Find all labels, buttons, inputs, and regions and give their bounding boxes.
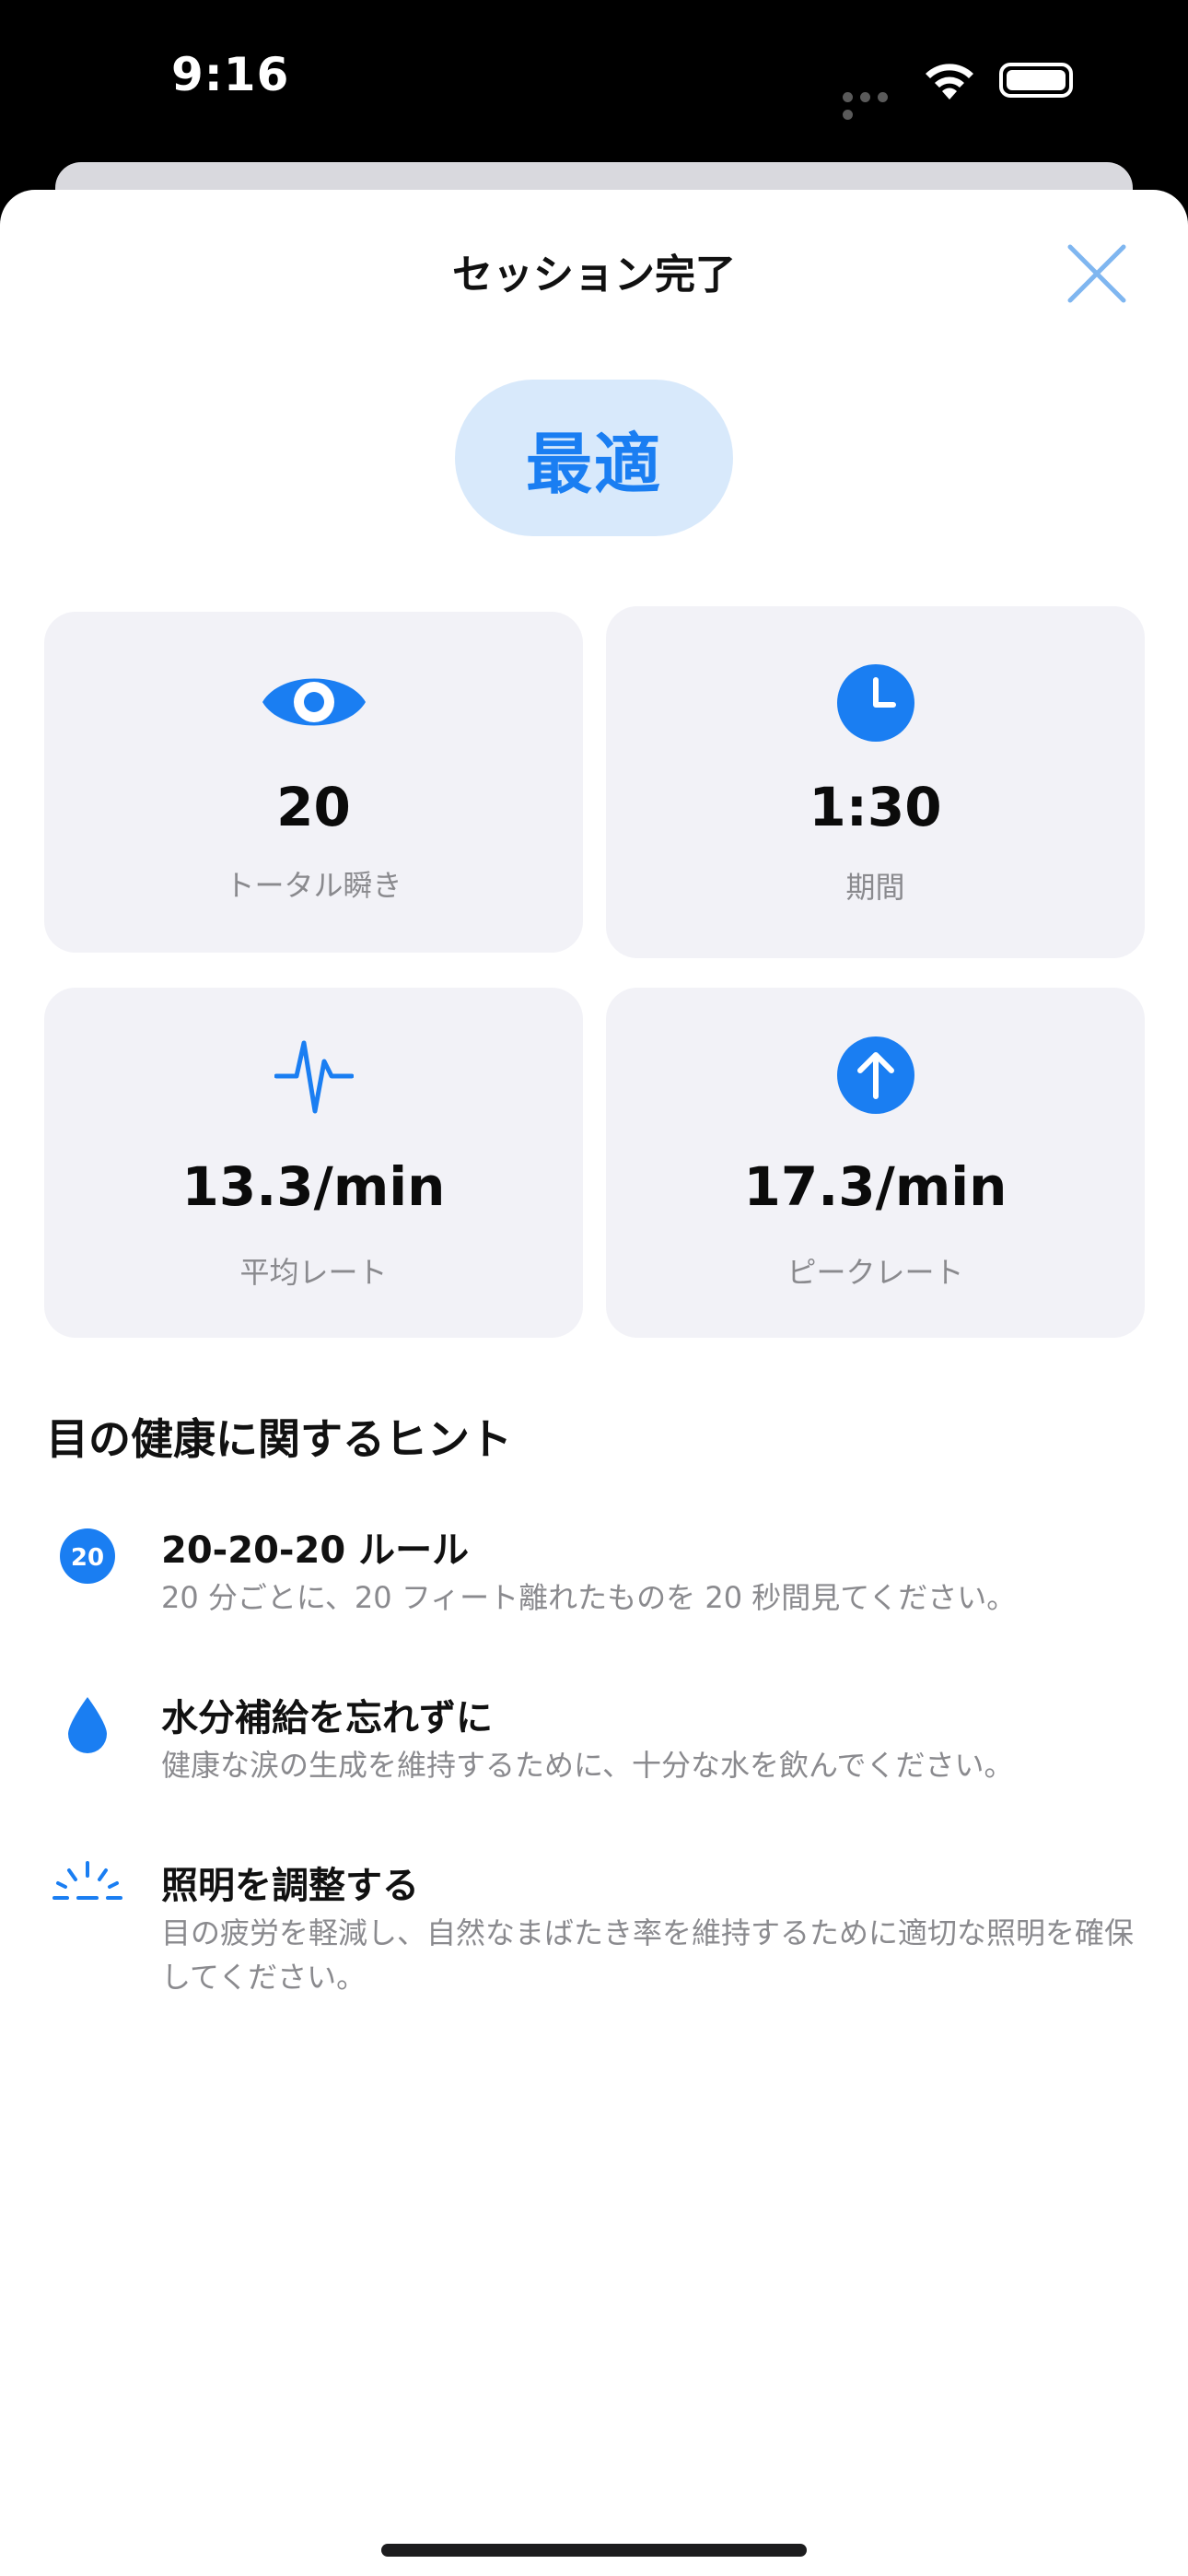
- tip-title: 20-20-20 ルール: [161, 1529, 470, 1572]
- clock-icon: [836, 664, 914, 742]
- drop-icon: [68, 1697, 107, 1753]
- stat-label: トータル瞬き: [225, 868, 402, 903]
- tip-description: 20 分ごとに、20 フィート離れたものを 20 秒間見てください。: [161, 1580, 1017, 1615]
- tip-item: 水分補給を忘れずに 健康な涙の生成を維持するために、十分な水を飲んでください。: [46, 1688, 1151, 1808]
- home-indicator[interactable]: [381, 2544, 807, 2557]
- tip-item: 照明を調整する 目の疲労を軽減し、自然なまばたき率を維持するために適切な照明を確…: [46, 1856, 1151, 2021]
- stat-card-total-blinks: 20 トータル瞬き: [44, 612, 583, 953]
- tip-title: 照明を調整する: [161, 1865, 419, 1907]
- sheet-title: セッション完了: [452, 252, 736, 299]
- tip-title: 水分補給を忘れずに: [161, 1697, 493, 1739]
- status-badge-label: 最適: [525, 425, 662, 503]
- stat-label: ピークレート: [786, 1255, 964, 1290]
- stat-value: 20: [276, 776, 351, 838]
- tip-description: 健康な涙の生成を維持するために、十分な水を飲んでください。: [161, 1748, 1014, 1783]
- 20-badge-number: 20: [71, 1544, 104, 1572]
- waveform-icon: [274, 1040, 354, 1114]
- tip-description: 目の疲労を軽減し、自然なまばたき率を維持するために適切な照明を確保してください。: [161, 1915, 1135, 1995]
- wifi-icon: [926, 64, 973, 100]
- session-complete-sheet: セッション完了 最適 20 トータル瞬き 1:30 期間 13.3/min 平均…: [0, 190, 1188, 2576]
- cellular-signal-icon: [843, 88, 907, 120]
- close-icon[interactable]: [1061, 238, 1133, 310]
- tips-section-title: 目の健康に関するヒント: [46, 1414, 512, 1464]
- tip-item: 20 20-20-20 ルール 20 分ごとに、20 フィート離れたものを 20…: [46, 1520, 1151, 1640]
- arrow-up-circle-icon: [836, 1036, 914, 1114]
- stat-value: 1:30: [809, 776, 942, 838]
- stat-card-average-rate: 13.3/min 平均レート: [44, 988, 583, 1338]
- stat-value: 13.3/min: [181, 1155, 446, 1218]
- 20-badge-icon: 20: [60, 1528, 115, 1584]
- stat-value: 17.3/min: [743, 1155, 1007, 1218]
- eye-icon: [262, 678, 366, 726]
- status-badge: 最適: [455, 380, 733, 536]
- status-bar: 9:16: [0, 0, 1188, 166]
- stat-card-duration: 1:30 期間: [606, 606, 1145, 958]
- status-time: 9:16: [171, 48, 290, 101]
- stat-label: 期間: [845, 870, 905, 905]
- battery-icon: [999, 63, 1073, 98]
- stat-card-peak-rate: 17.3/min ピークレート: [606, 988, 1145, 1338]
- light-icon: [52, 1861, 122, 1900]
- stat-label: 平均レート: [239, 1255, 388, 1290]
